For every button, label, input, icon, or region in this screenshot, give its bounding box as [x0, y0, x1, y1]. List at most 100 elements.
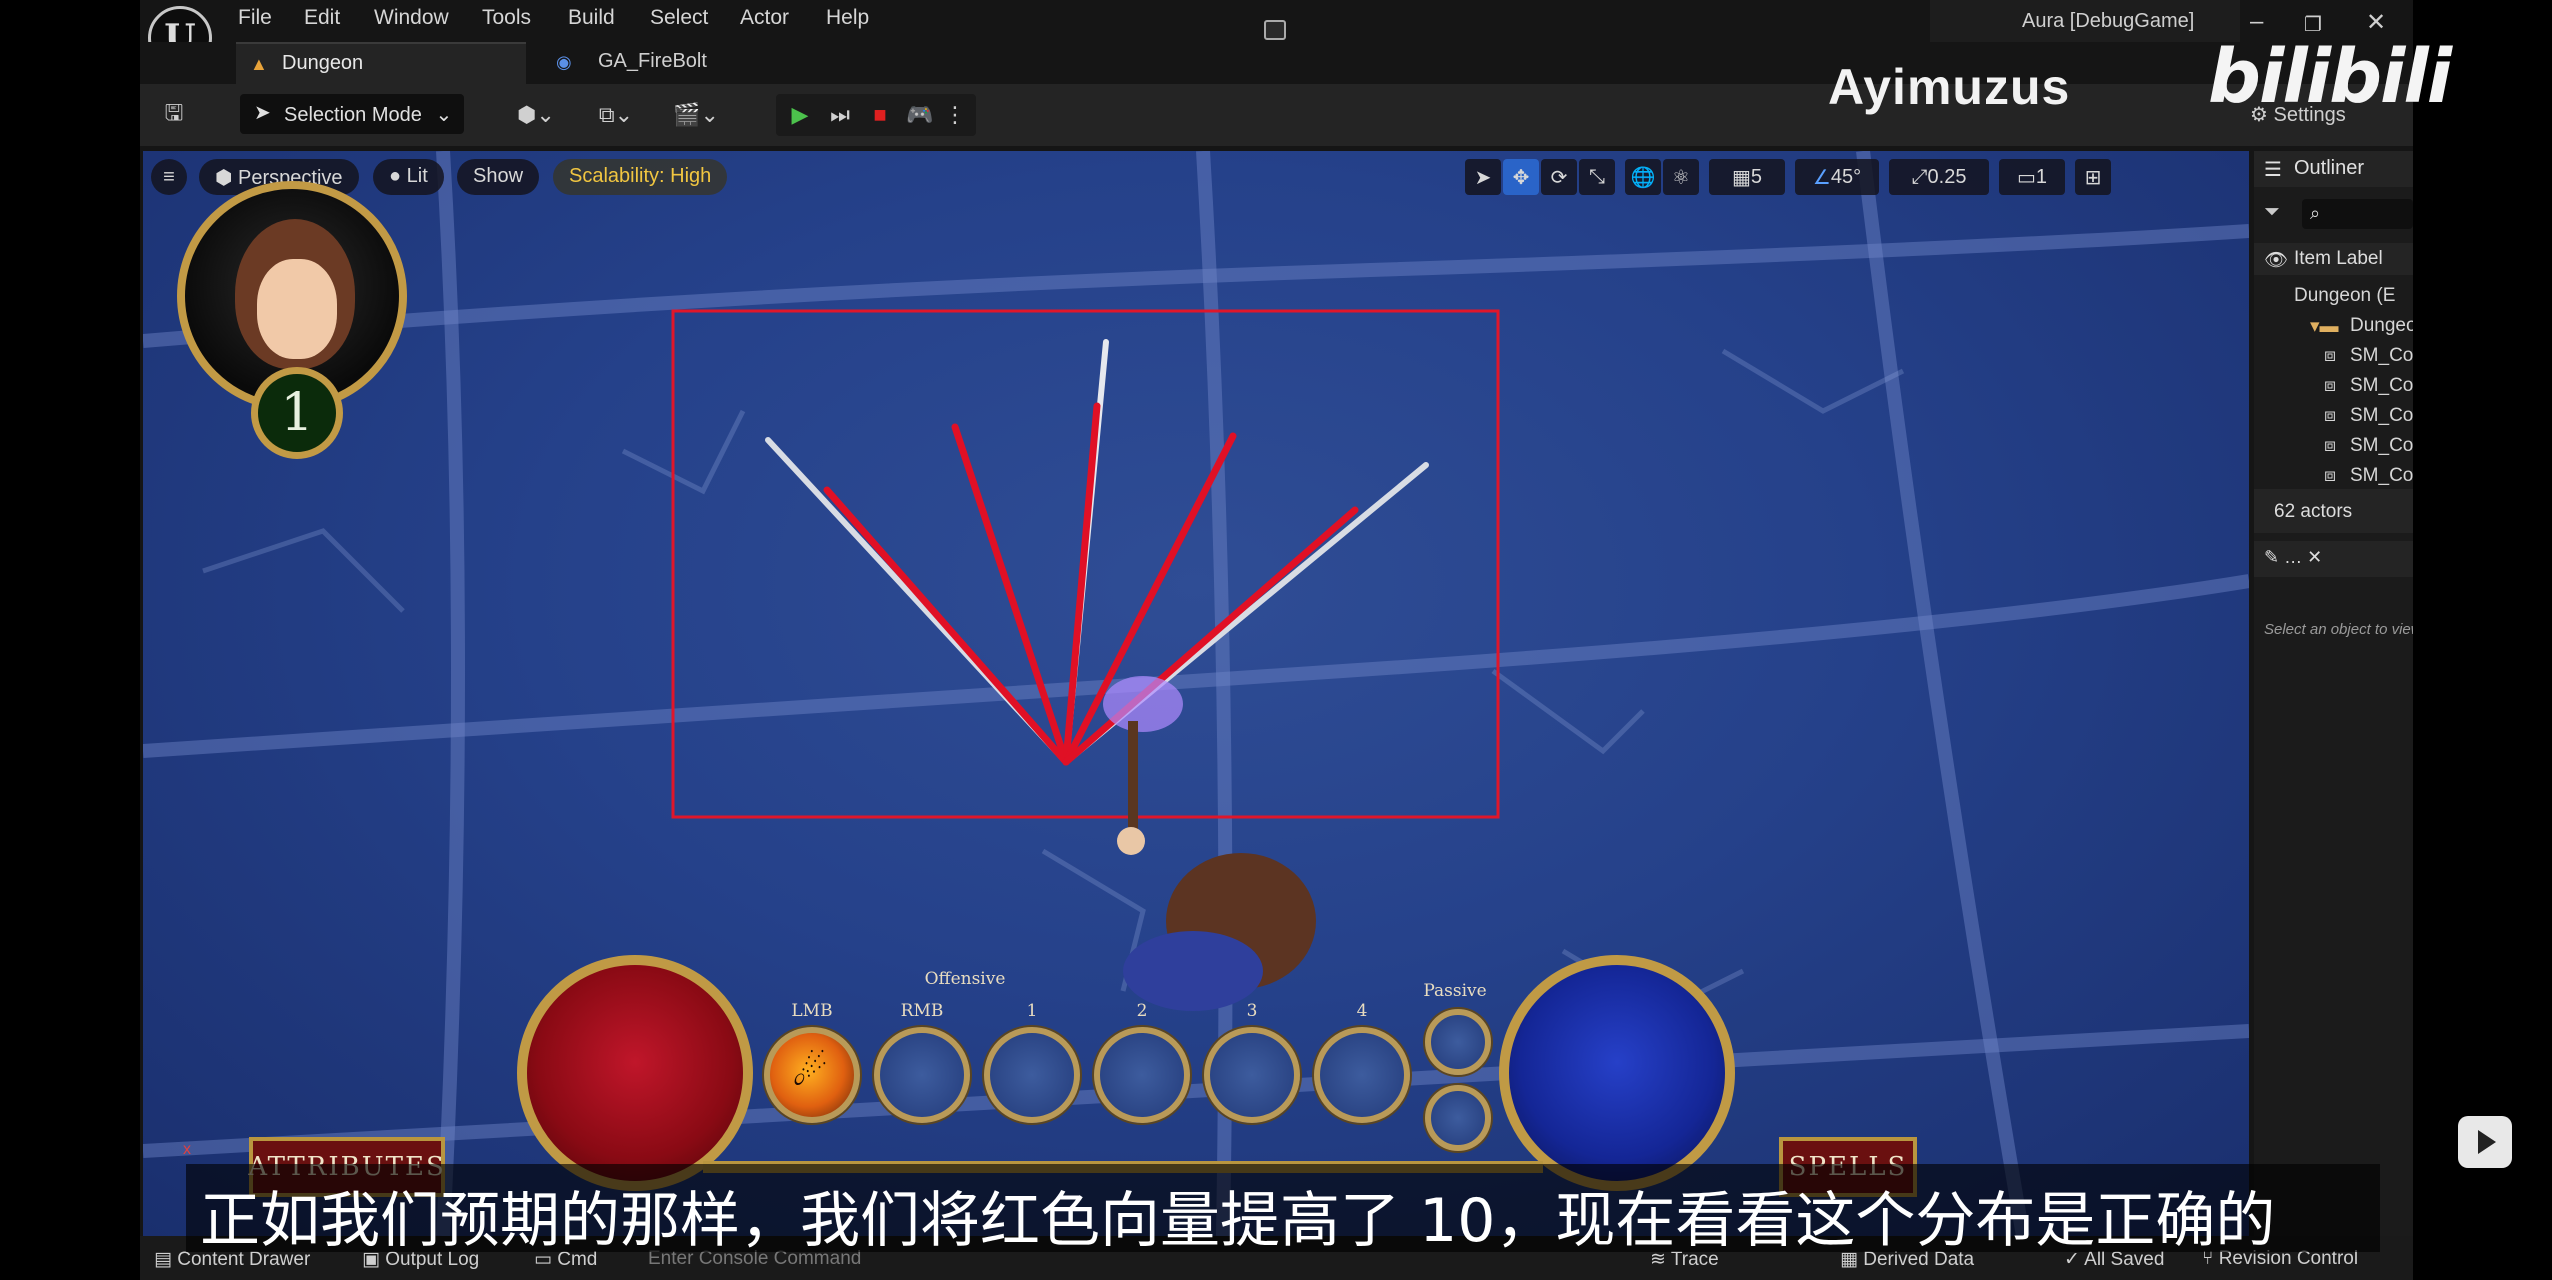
menu-actor[interactable]: Actor	[740, 6, 789, 30]
cube-icon: ⬢	[215, 167, 239, 189]
actor-count: 62 actors	[2274, 501, 2353, 522]
rotation-snap-button[interactable]: ∠ 45°	[1795, 159, 1879, 195]
portrait-face	[257, 259, 337, 359]
menu-help[interactable]: Help	[826, 6, 869, 30]
viewport-layout-icon[interactable]: ⊞	[2075, 159, 2111, 195]
outliner-row[interactable]: ⧈ SM_Co	[2254, 371, 2413, 401]
details-tab[interactable]: ✎ … ✕	[2254, 541, 2413, 577]
minimize-icon[interactable]: –	[2250, 8, 2263, 36]
menu-tools[interactable]: Tools	[482, 6, 531, 30]
menu-bar: U File Edit Window Tools Build Select Ac…	[140, 0, 2413, 70]
stop-icon[interactable]: ■	[862, 94, 898, 136]
tab-ga-firebolt-label: GA_FireBolt	[598, 50, 707, 72]
scale-icon[interactable]: ⤡	[1579, 159, 1615, 195]
viewport-options-icon[interactable]: ≡	[151, 159, 187, 195]
play-controls: ▶ ⏭ ■ 🎮 ⋮	[776, 94, 976, 136]
video-subtitle: 正如我们预期的那样，我们将红色向量提高了 10，现在看看这个分布是正确的	[186, 1164, 2380, 1256]
window-restore-icon[interactable]	[1264, 20, 1286, 40]
translate-icon[interactable]: ✥	[1503, 159, 1539, 195]
passive-slot-2[interactable]	[1425, 1085, 1491, 1151]
slot-label-2: 2	[1136, 1001, 1148, 1021]
character-hand	[1117, 827, 1145, 855]
outliner-column-header: 👁 Item Label	[2254, 243, 2413, 275]
outliner-row[interactable]: ▾▬ Dungeon	[2254, 311, 2413, 341]
lit-icon: ●	[389, 165, 407, 187]
level-viewport[interactable]: ≡ ⬢ Perspective ● Lit Show Scalability: …	[143, 151, 2249, 1236]
world-local-icon[interactable]: 🌐	[1625, 159, 1661, 195]
outliner-panel: ☰ Outliner ⏷ ⌕ 👁 Item Label Dungeon (E ▾…	[2254, 151, 2413, 1236]
cinematics-button[interactable]: 🎬⌄	[666, 94, 726, 136]
selection-mode-dropdown[interactable]: ➤ Selection Mode ⌄	[240, 94, 464, 134]
settings-button[interactable]: ⚙ Settings	[2250, 102, 2346, 127]
offensive-label: Offensive	[924, 969, 1006, 989]
details-pencil-icon: ✎ … ✕	[2264, 547, 2323, 567]
tab-dungeon-label: Dungeon	[282, 52, 364, 74]
column-item-label[interactable]: Item Label	[2294, 248, 2383, 269]
outliner-search-input[interactable]: ⌕	[2302, 199, 2413, 229]
grid-snap-button[interactable]: ▦ 5	[1709, 159, 1785, 195]
outliner-row[interactable]: ⧈ SM_Co	[2254, 401, 2413, 431]
tab-ga-firebolt[interactable]: ◉ GA_FireBolt	[536, 42, 796, 84]
more-options-icon[interactable]: ⋮	[940, 94, 970, 136]
save-icon[interactable]: 🖫	[154, 94, 194, 136]
outliner-row-label: SM_Co	[2350, 405, 2413, 426]
outliner-row[interactable]: ⧈ SM_Co	[2254, 431, 2413, 461]
scale-snap-icon: ⤢	[1911, 165, 1928, 188]
slot-label-lmb: LMB	[791, 1001, 833, 1021]
axis-gizmo: x	[183, 1141, 191, 1158]
outliner-row[interactable]: ⧈ SM_Co	[2254, 461, 2413, 491]
level-value: 1	[280, 383, 314, 443]
rotate-icon[interactable]: ⟳	[1541, 159, 1577, 195]
outliner-title: Outliner	[2294, 157, 2365, 179]
video-player-icon[interactable]	[2458, 1116, 2512, 1168]
mana-orb	[1499, 955, 1735, 1191]
actor-count-bar: 62 actors	[2254, 489, 2413, 533]
angle-icon: ∠	[1812, 166, 1831, 189]
scene-render	[143, 151, 2249, 1236]
static-mesh-icon: ⧈	[2324, 435, 2337, 456]
slot-label-1: 1	[1026, 1001, 1038, 1021]
spell-slot-4[interactable]	[1314, 1027, 1410, 1123]
show-button[interactable]: Show	[457, 159, 540, 195]
red-vector-1	[823, 486, 1070, 766]
outliner-row[interactable]: Dungeon (E	[2254, 281, 2413, 311]
outliner-row[interactable]: ⧈ SM_Co	[2254, 341, 2413, 371]
firebolt-icon: ☄	[792, 1050, 828, 1094]
passive-slot-1[interactable]	[1425, 1009, 1491, 1075]
spell-slot-rmb[interactable]	[874, 1027, 970, 1123]
channel-watermark: Ayimuzus	[1828, 59, 2071, 115]
surface-snap-icon[interactable]: ⚛	[1663, 159, 1699, 195]
window-title: Aura [DebugGame]	[2022, 10, 2195, 32]
camera-speed-button[interactable]: ▭ 1	[1999, 159, 2065, 195]
main-toolbar: 🖫 ➤ Selection Mode ⌄ ⬢⌄ ⧉⌄ 🎬⌄ ▶ ⏭ ■ 🎮 ⋮	[140, 84, 2413, 146]
visibility-icon[interactable]: 👁	[2264, 248, 2288, 272]
menu-file[interactable]: File	[238, 6, 272, 30]
scalability-button[interactable]: Scalability: High	[553, 159, 728, 195]
gear-icon: ⚙	[2250, 104, 2274, 126]
select-mode-icon[interactable]: ➤	[1465, 159, 1501, 195]
menu-window[interactable]: Window	[374, 6, 449, 30]
play-icon[interactable]: ▶	[782, 94, 818, 136]
close-icon[interactable]: ✕	[2366, 8, 2386, 37]
add-actor-button[interactable]: ⬢⌄	[506, 94, 566, 136]
filter-icon[interactable]: ⏷	[2264, 201, 2280, 224]
menu-edit[interactable]: Edit	[304, 6, 340, 30]
scale-snap-value: 0.25	[1927, 165, 1967, 188]
spell-slot-lmb[interactable]: ☄	[764, 1027, 860, 1123]
spell-slot-3[interactable]	[1204, 1027, 1300, 1123]
scale-snap-button[interactable]: ⤢ 0.25	[1889, 159, 1989, 195]
tab-dungeon[interactable]: ▲ Dungeon	[236, 42, 526, 84]
selection-mode-label: Selection Mode	[284, 104, 422, 126]
level-badge: 1	[251, 367, 343, 459]
spell-slot-1[interactable]	[984, 1027, 1080, 1123]
gamepad-icon[interactable]: 🎮	[900, 94, 940, 136]
blueprint-menu-button[interactable]: ⧉⌄	[586, 94, 646, 136]
details-hint: Select an object to view details.	[2264, 621, 2413, 638]
step-icon[interactable]: ⏭	[822, 94, 858, 136]
lit-button[interactable]: ● Lit	[373, 159, 444, 195]
menu-build[interactable]: Build	[568, 6, 615, 30]
spell-slot-2[interactable]	[1094, 1027, 1190, 1123]
menu-select[interactable]: Select	[650, 6, 708, 30]
search-icon: ⌕	[2310, 203, 2321, 223]
scalability-label: Scalability: High	[569, 165, 712, 187]
